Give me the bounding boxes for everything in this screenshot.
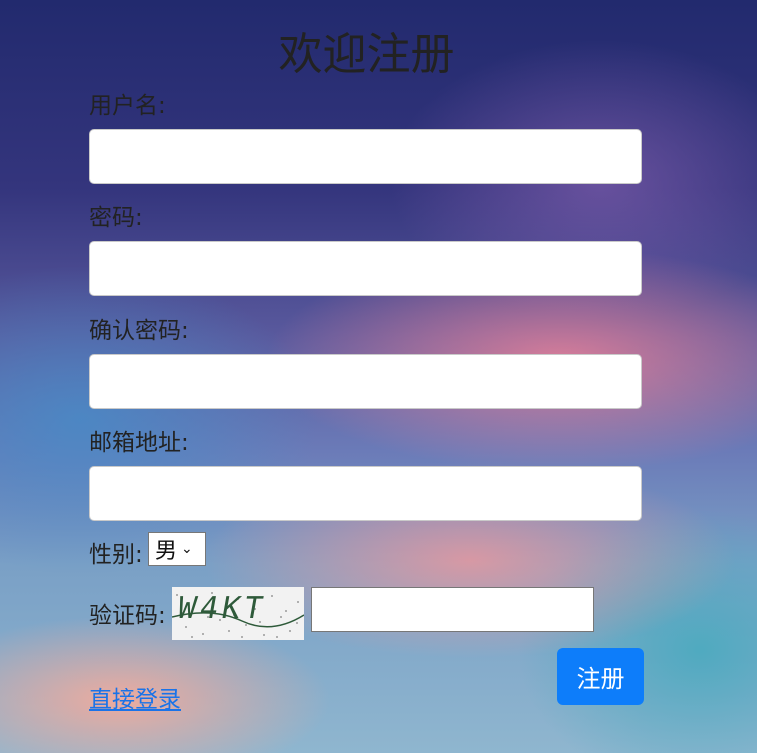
- captcha-input[interactable]: [311, 587, 594, 632]
- captcha-label: 验证码:: [89, 603, 166, 629]
- username-input[interactable]: [89, 129, 642, 184]
- page-title: 欢迎注册: [278, 29, 455, 80]
- confirm-password-input[interactable]: [89, 354, 642, 409]
- password-label: 密码:: [89, 205, 143, 231]
- register-button[interactable]: 注册: [557, 648, 644, 705]
- username-label: 用户名:: [89, 93, 166, 119]
- captcha-image[interactable]: W4KT: [172, 587, 304, 640]
- email-label: 邮箱地址:: [89, 430, 189, 456]
- password-input[interactable]: [89, 241, 642, 296]
- gender-label: 性别:: [89, 542, 143, 568]
- chevron-down-icon: ⌄: [181, 541, 193, 557]
- email-input[interactable]: [89, 466, 642, 521]
- gender-selected-value: 男: [155, 539, 178, 564]
- login-link[interactable]: 直接登录: [89, 680, 181, 714]
- confirm-password-label: 确认密码:: [89, 318, 189, 344]
- gender-select[interactable]: 男 ⌄: [148, 532, 206, 566]
- captcha-text: W4KT: [174, 591, 270, 626]
